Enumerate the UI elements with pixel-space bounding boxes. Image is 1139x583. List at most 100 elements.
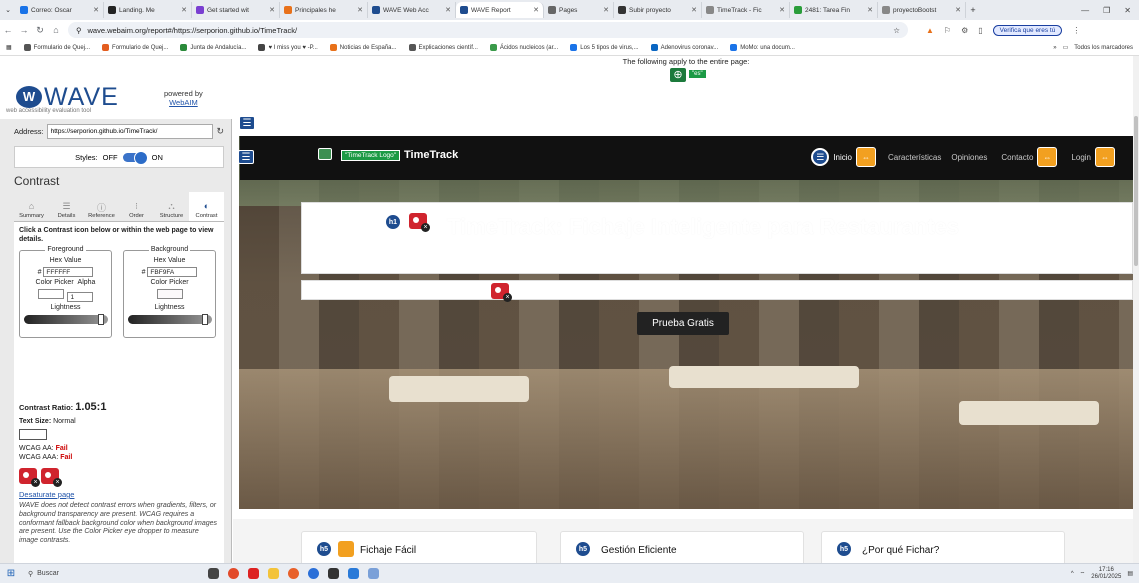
bookmark-star-icon[interactable]: ☆ <box>893 26 908 35</box>
task-view-icon[interactable] <box>208 568 219 579</box>
browser-tab[interactable]: TimeTrack - Fic ✕ <box>702 2 790 18</box>
chevron-right-icon[interactable]: » <box>1053 45 1056 51</box>
apps-grid-icon[interactable]: ▦ <box>0 44 18 51</box>
firefox-icon[interactable] <box>288 568 299 579</box>
bookmark-item[interactable]: Noticias de España... <box>324 44 403 51</box>
extension-icon[interactable]: ▲ <box>926 26 934 35</box>
image-alert-icon[interactable] <box>338 541 354 557</box>
wave-address-input[interactable] <box>46 123 214 139</box>
fg-alpha-input[interactable]: 1 <box>67 292 94 302</box>
all-bookmarks-link[interactable]: Todos los marcadores <box>1074 45 1133 51</box>
logo-alt-icon[interactable] <box>318 148 332 160</box>
app-icon[interactable] <box>368 568 379 579</box>
vscode-icon[interactable] <box>348 568 359 579</box>
maximize-icon[interactable]: ❐ <box>1103 6 1110 15</box>
link-alert-icon[interactable]: ⇔ <box>856 147 876 167</box>
h5-icon[interactable]: h5 <box>575 541 591 557</box>
webaim-link[interactable]: WebAIM <box>164 98 203 107</box>
browser-tab[interactable]: Correo: Oscar ✕ <box>16 2 104 18</box>
page-scrollbar[interactable] <box>1133 56 1139 563</box>
browser-tab[interactable]: Principales he ✕ <box>280 2 368 18</box>
close-tab-icon[interactable]: ✕ <box>355 6 363 14</box>
browser-tab[interactable]: 2481: Tarea Fin ✕ <box>790 2 878 18</box>
extensions-puzzle-icon[interactable]: ⚙ <box>961 26 968 35</box>
windows-start-icon[interactable]: ⊞ <box>0 568 22 579</box>
chrome-icon[interactable] <box>228 568 239 579</box>
h1-icon[interactable]: h1 <box>385 214 401 230</box>
fg-slider-knob[interactable] <box>98 314 104 325</box>
close-tab-icon[interactable]: ✕ <box>689 6 697 14</box>
language-icon[interactable]: ⊕ <box>670 68 686 82</box>
bg-slider-knob[interactable] <box>202 314 208 325</box>
nav-link-login[interactable]: Login <box>1071 153 1091 162</box>
bookmark-item[interactable]: ♥ I miss you ♥ -P... <box>252 44 323 51</box>
bookmark-item[interactable]: Adenovirus coronav... <box>645 44 725 51</box>
contrast-error-icon[interactable] <box>491 283 512 302</box>
address-bar[interactable]: ⚲ wave.webaim.org/report#/https://serpor… <box>68 22 908 38</box>
tray-chevron-icon[interactable]: ^ <box>1071 571 1074 577</box>
close-tab-icon[interactable]: ✕ <box>531 6 539 14</box>
forward-icon[interactable]: → <box>16 25 32 35</box>
h5-icon[interactable]: h5 <box>836 541 852 557</box>
close-tab-icon[interactable]: ✕ <box>777 6 785 14</box>
back-icon[interactable]: ← <box>0 25 16 35</box>
cta-button[interactable]: Prueba Gratis <box>637 312 729 335</box>
bookmark-item[interactable]: Explicaciones científ... <box>403 44 484 51</box>
close-window-icon[interactable]: ✕ <box>1124 6 1131 15</box>
nav-link-inicio[interactable]: Inicio <box>833 153 852 162</box>
network-icon[interactable]: ⌔ <box>1080 570 1086 578</box>
tab-summary[interactable]: ⌂ Summary <box>14 192 49 221</box>
bookmark-item[interactable]: Formulario de Quej... <box>96 44 174 51</box>
close-tab-icon[interactable]: ✕ <box>865 6 873 14</box>
new-tab-icon[interactable]: + <box>966 5 980 15</box>
site-info-icon[interactable]: ⚲ <box>76 26 82 35</box>
extension-icon[interactable]: ⚐ <box>944 26 951 35</box>
styles-toggle[interactable] <box>122 150 148 165</box>
bookmark-item[interactable]: Junta de Andalucía... <box>174 44 252 51</box>
fg-lightness-slider[interactable] <box>24 314 108 325</box>
desaturate-link[interactable]: Desaturate page <box>19 490 74 499</box>
bg-lightness-slider[interactable] <box>128 314 212 325</box>
close-tab-icon[interactable]: ✕ <box>443 6 451 14</box>
bookmark-item[interactable]: Ácidos nucleicos (ar... <box>484 44 564 51</box>
nav-link-contacto[interactable]: Contacto <box>1001 153 1033 162</box>
tab-details[interactable]: ☰ Details <box>49 192 84 221</box>
bookmark-item[interactable]: Formulario de Quej... <box>18 44 96 51</box>
contrast-error-icon[interactable] <box>19 468 40 487</box>
bg-color-swatch[interactable] <box>156 289 183 299</box>
h5-icon[interactable]: h5 <box>316 541 332 557</box>
browser-tab[interactable]: Subir proyecto ✕ <box>614 2 702 18</box>
bg-hex-input[interactable]: FBF9FA <box>147 267 198 277</box>
landmark-icon[interactable]: ☰ <box>239 116 255 130</box>
close-tab-icon[interactable]: ✕ <box>179 6 187 14</box>
close-tab-icon[interactable]: ✕ <box>267 6 275 14</box>
taskbar-search[interactable]: ⚲ Buscar <box>22 566 202 581</box>
notifications-icon[interactable]: ▤ <box>1127 570 1133 577</box>
browser-icon[interactable] <box>308 568 319 579</box>
contrast-error-icon[interactable] <box>41 468 62 487</box>
bookmark-item[interactable]: MoMo: una docum... <box>724 44 801 51</box>
fg-color-swatch[interactable] <box>37 289 64 299</box>
terminal-icon[interactable] <box>328 568 339 579</box>
list-icon[interactable]: ☰ <box>811 148 830 166</box>
close-tab-icon[interactable]: ✕ <box>91 6 99 14</box>
browser-tab[interactable]: proyectoBootst ✕ <box>878 2 966 18</box>
link-alert-icon[interactable]: ⇔ <box>1095 147 1115 167</box>
clock[interactable]: 17:16 26/01/2025 <box>1091 567 1121 581</box>
nav-link-opiniones[interactable]: Opiniones <box>951 153 987 162</box>
nav-link-caracteristicas[interactable]: Características <box>888 153 941 162</box>
menu-kebab-icon[interactable]: ⋮ <box>1072 26 1080 35</box>
browser-tab[interactable]: Pages ✕ <box>544 2 614 18</box>
home-icon[interactable]: ⌂ <box>48 25 64 35</box>
scrollbar-thumb[interactable] <box>1134 116 1138 266</box>
reload-icon[interactable]: ↻ <box>32 25 48 36</box>
tab-contrast[interactable]: ◐ Contrast <box>189 192 224 221</box>
minimize-icon[interactable]: — <box>1081 6 1089 15</box>
browser-tab[interactable]: Get started wit ✕ <box>192 2 280 18</box>
link-alert-icon[interactable]: ⇔ <box>1037 147 1058 167</box>
browser-tab[interactable]: Landing. Me ✕ <box>104 2 192 18</box>
bookmark-item[interactable]: Los 5 tipos de virus,... <box>564 44 644 51</box>
tab-order[interactable]: ⁝ Order <box>119 192 154 221</box>
tab-reference[interactable]: ⓘ Reference <box>84 192 119 221</box>
close-tab-icon[interactable]: ✕ <box>601 6 609 14</box>
